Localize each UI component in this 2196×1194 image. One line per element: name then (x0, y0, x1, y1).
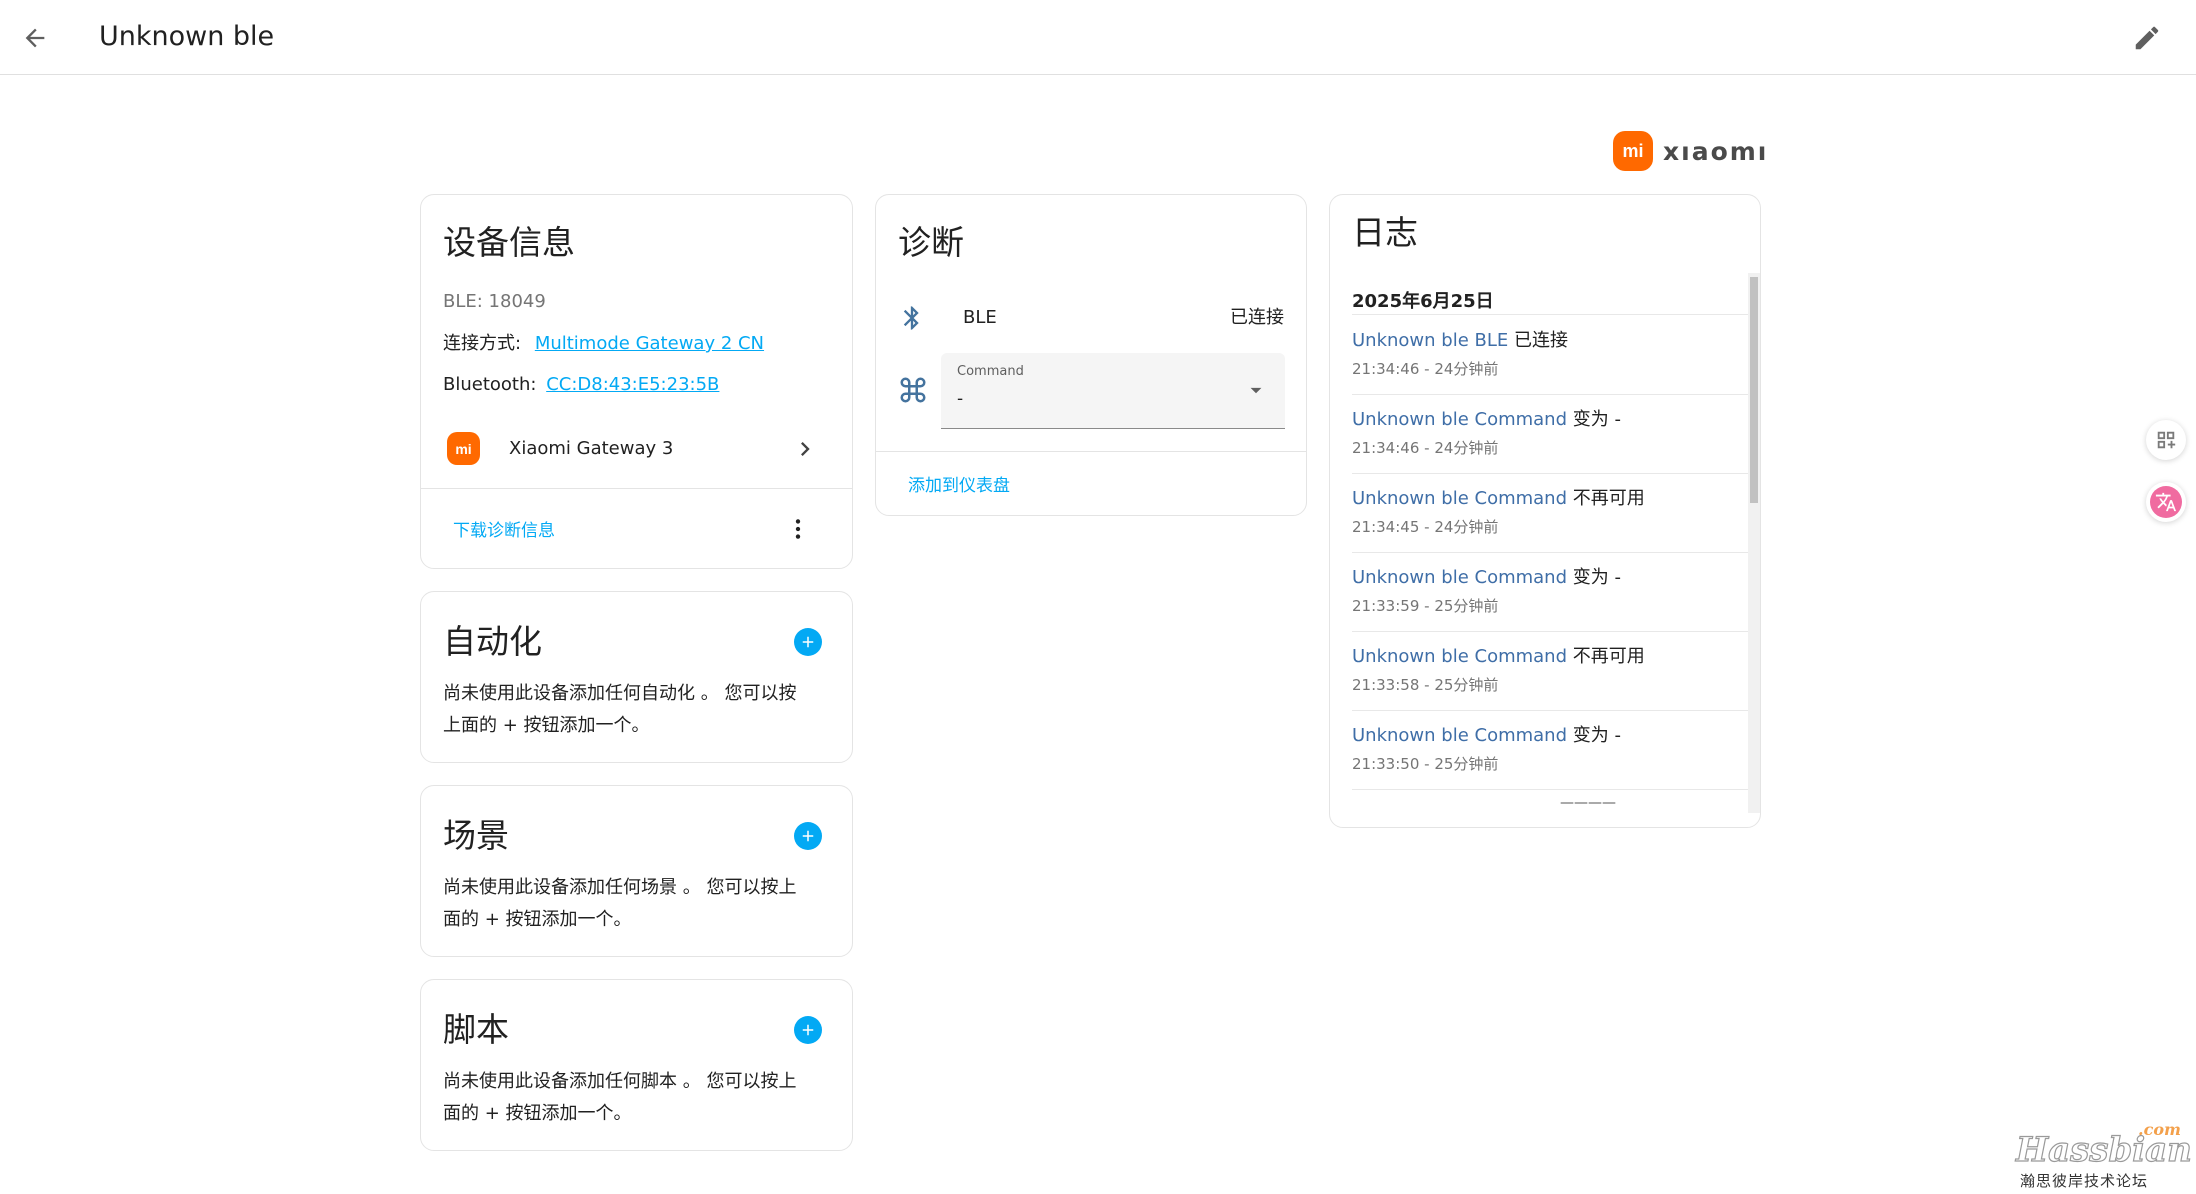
xiaomi-logo: mi (447, 432, 480, 465)
log-entry-time: 21:34:46 - 24分钟前 (1352, 360, 1499, 378)
parent-device-name: Xiaomi Gateway 3 (509, 438, 674, 459)
plus-icon (802, 830, 814, 842)
connection-link[interactable]: Multimode Gateway 2 CN (535, 333, 764, 354)
add-script-button[interactable] (794, 1016, 822, 1044)
add-scene-button[interactable] (794, 822, 822, 850)
card-title: 诊断 (898, 223, 964, 262)
diagnostics-card: 诊断 BLE 已连接 Command - 添加到仪表盘 (875, 194, 1307, 516)
bluetooth-link[interactable]: CC:D8:43:E5:23:5B (546, 374, 719, 395)
xiaomi-brand: mi xıaomı (1613, 130, 1768, 172)
log-entry-time: 21:34:46 - 24分钟前 (1352, 439, 1499, 457)
log-entry-action: 变为 - (1572, 409, 1621, 430)
plus-icon (802, 636, 814, 648)
log-entry-message: Unknown ble Command 变为 - (1352, 407, 1621, 433)
log-entry-message: Unknown ble Command 变为 - (1352, 565, 1621, 591)
log-entry-entity-link[interactable]: Unknown ble Command (1352, 725, 1567, 746)
ble-status: 已连接 (1230, 307, 1284, 328)
log-entry-entity-link[interactable]: Unknown ble Command (1352, 646, 1567, 667)
log-scrollbar[interactable] (1748, 273, 1760, 813)
log-entry-time: 21:34:45 - 24分钟前 (1352, 518, 1499, 536)
parent-device-row[interactable]: mi Xiaomi Gateway 3 (421, 417, 852, 481)
log-entry-entity-link[interactable]: Unknown ble Command (1352, 409, 1567, 430)
log-entry: Unknown ble Command 变为 - 21:34:46 - 24分钟前 (1352, 395, 1750, 474)
automation-empty-text: 尚未使用此设备添加任何自动化 。 您可以按 上面的 + 按钮添加一个。 (443, 683, 797, 736)
command-icon (900, 377, 926, 403)
log-entry-entity-link[interactable]: Unknown ble Command (1352, 567, 1567, 588)
watermark-brand: Hassbian (2015, 1129, 2192, 1170)
back-button[interactable] (10, 13, 60, 63)
bluetooth-icon (903, 306, 919, 330)
device-info-card: 设备信息 BLE: 18049 连接方式: Multimode Gateway … (420, 194, 853, 569)
pencil-icon (2135, 26, 2159, 50)
edit-button[interactable] (2122, 13, 2172, 63)
command-select-label: Command (957, 364, 1024, 379)
add-automation-button[interactable] (794, 628, 822, 656)
log-entry: Unknown ble BLE 已连接 21:34:46 - 24分钟前 (1352, 316, 1750, 395)
plus-icon (802, 1024, 814, 1036)
xiaomi-logo: mi (1613, 131, 1653, 171)
brand-name: xıaomı (1663, 136, 1769, 166)
arrow-left-icon (25, 28, 45, 48)
more-options-button[interactable] (778, 509, 818, 549)
log-entry-time: 21:33:50 - 25分钟前 (1352, 755, 1499, 773)
caret-down-icon (1250, 387, 1262, 394)
divider (876, 451, 1306, 452)
chevron-right-icon (801, 442, 810, 456)
log-entry-message: Unknown ble Command 不再可用 (1352, 486, 1645, 512)
logbook-list: 2025年6月25日 Unknown ble BLE 已连接 21:34:46 -… (1330, 273, 1750, 821)
command-select-value: - (957, 389, 964, 409)
bluetooth-row: Bluetooth: CC:D8:43:E5:23:5B (443, 372, 719, 398)
add-to-dashboard-button[interactable]: 添加到仪表盘 (908, 471, 1010, 496)
card-title: 脚本 (443, 1010, 509, 1049)
automation-card: 自动化 尚未使用此设备添加任何自动化 。 您可以按 上面的 + 按钮添加一个。 (420, 591, 853, 763)
log-entry-action: 变为 - (1572, 567, 1621, 588)
top-app-bar: Unknown ble (0, 0, 2196, 75)
connection-row: 连接方式: Multimode Gateway 2 CN (443, 331, 764, 357)
log-entry: Unknown ble Command 不再可用 21:34:45 - 24分钟前 (1352, 474, 1750, 553)
connection-label: 连接方式: (443, 333, 522, 354)
card-title: 自动化 (443, 622, 542, 661)
divider (421, 488, 852, 489)
scene-card: 场景 尚未使用此设备添加任何场景 。 您可以按上 面的 + 按钮添加一个。 (420, 785, 853, 957)
logbook-card: 日志 2025年6月25日 Unknown ble BLE 已连接 21:34:4… (1329, 194, 1761, 828)
page-title: Unknown ble (99, 21, 275, 52)
dots-vertical-icon (795, 519, 801, 539)
card-title: 设备信息 (443, 223, 575, 262)
log-scrollbar-thumb[interactable] (1750, 277, 1758, 503)
bluetooth-label: Bluetooth: (443, 374, 537, 395)
log-entry-message: Unknown ble BLE 已连接 (1352, 328, 1568, 354)
log-entry: Unknown ble Command 不再可用 21:33:58 - 25分钟前 (1352, 632, 1750, 711)
download-diagnostics-button[interactable]: 下载诊断信息 (453, 516, 555, 541)
log-entry-message: Unknown ble Command 不再可用 (1352, 644, 1645, 670)
scene-empty-text: 尚未使用此设备添加任何场景 。 您可以按上 面的 + 按钮添加一个。 (443, 877, 797, 930)
log-entry-entity-link[interactable]: Unknown ble BLE (1352, 330, 1508, 351)
command-select[interactable]: Command - (941, 353, 1285, 429)
more-indicator: ———— (1560, 795, 1616, 811)
log-entry: Unknown ble Command 变为 - 21:33:50 - 25分钟前 (1352, 711, 1750, 790)
log-entry-action: 不再可用 (1572, 646, 1645, 667)
log-entry-message: Unknown ble Command 变为 - (1352, 723, 1621, 749)
card-title: 场景 (443, 816, 509, 855)
log-date-header: 2025年6月25日 (1352, 273, 1750, 315)
log-entry-action: 变为 - (1572, 725, 1621, 746)
grid-plus-icon (2157, 431, 2176, 449)
translate-icon (2150, 486, 2182, 518)
ble-label: BLE (963, 307, 997, 328)
translate-button[interactable] (2146, 482, 2186, 522)
qr-button[interactable] (2146, 420, 2186, 460)
card-title: 日志 (1352, 213, 1418, 252)
watermark-caption: 瀚思彼岸技术论坛 (2020, 1172, 2149, 1190)
log-entry-action: 已连接 (1514, 330, 1568, 351)
log-entry: Unknown ble Command 变为 - 21:33:59 - 25分钟前 (1352, 553, 1750, 632)
log-entry-action: 不再可用 (1572, 488, 1645, 509)
ble-entity-row[interactable]: BLE 已连接 (876, 293, 1306, 343)
log-entry-time: 21:33:58 - 25分钟前 (1352, 676, 1499, 694)
script-card: 脚本 尚未使用此设备添加任何脚本 。 您可以按上 面的 + 按钮添加一个。 (420, 979, 853, 1151)
script-empty-text: 尚未使用此设备添加任何脚本 。 您可以按上 面的 + 按钮添加一个。 (443, 1071, 797, 1124)
log-entry-time: 21:33:59 - 25分钟前 (1352, 597, 1499, 615)
watermark: .com Hassbian 瀚思彼岸技术论坛 (2015, 1120, 2192, 1190)
log-entry-entity-link[interactable]: Unknown ble Command (1352, 488, 1567, 509)
ble-id: BLE: 18049 (443, 291, 546, 312)
